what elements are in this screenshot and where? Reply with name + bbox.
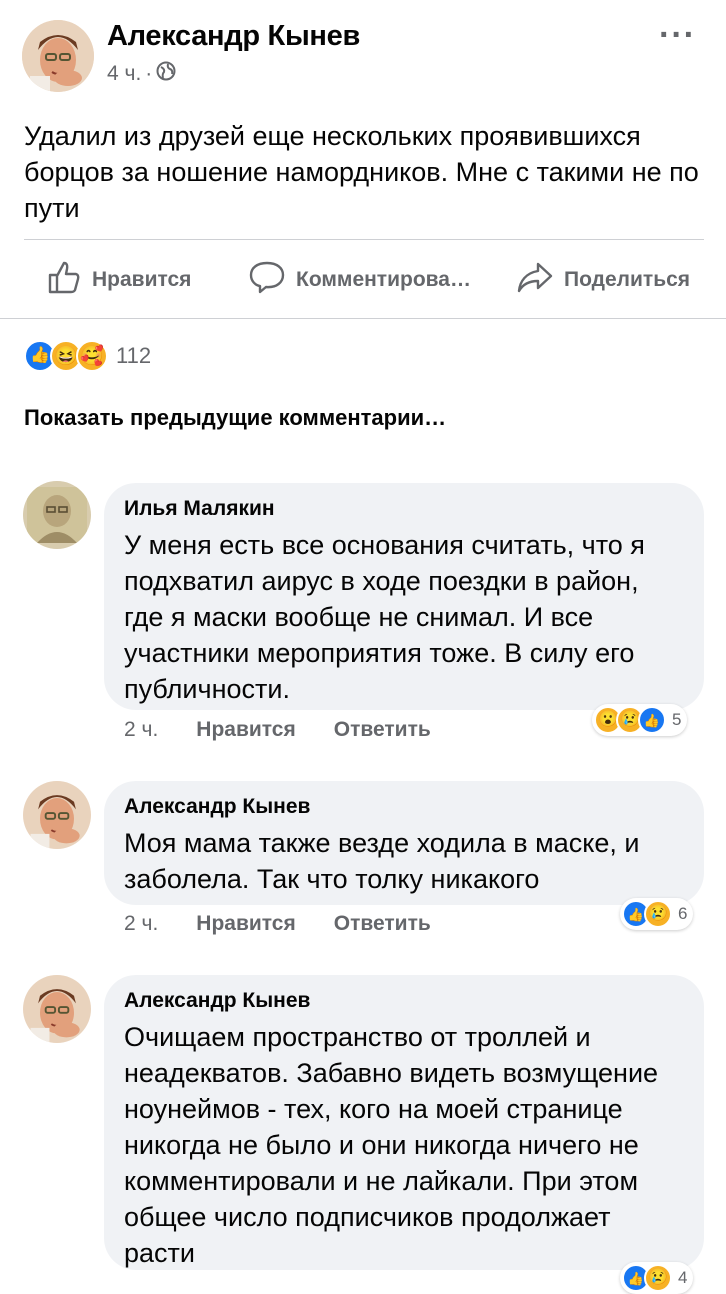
like-reaction-icon: 👍 bbox=[638, 706, 666, 734]
share-button[interactable]: Поделиться bbox=[516, 258, 690, 302]
comment-footer: 2 ч. Нравится Ответить bbox=[124, 718, 431, 742]
post-meta: 4 ч. · bbox=[107, 61, 176, 87]
commenter-avatar[interactable] bbox=[23, 975, 91, 1043]
thumbs-up-icon bbox=[46, 259, 82, 301]
share-label: Поделиться bbox=[564, 268, 691, 291]
show-previous-comments-link[interactable]: Показать предыдущие комментарии… bbox=[24, 405, 446, 431]
comment-bubble: Александр Кынев Моя мама также везде ход… bbox=[104, 781, 704, 905]
comment-text: Очищаем пространство от троллей и неадек… bbox=[124, 1022, 659, 1268]
comment-bubble: Александр Кынев Очищаем пространство от … bbox=[104, 975, 704, 1270]
comment-text: У меня есть все основания считать, что я… bbox=[124, 530, 645, 704]
comment-label: Комментирова… bbox=[296, 268, 471, 291]
commenter-avatar[interactable] bbox=[23, 481, 91, 549]
post-divider-bottom bbox=[0, 318, 726, 319]
comment-time[interactable]: 2 ч. bbox=[124, 912, 158, 936]
comment-reply-button[interactable]: Ответить bbox=[334, 718, 431, 742]
commenter-avatar[interactable] bbox=[23, 781, 91, 849]
more-options-button[interactable]: ··· bbox=[659, 16, 696, 55]
like-label: Нравится bbox=[92, 268, 192, 291]
comment-like-button[interactable]: Нравится bbox=[196, 718, 295, 742]
comment-reactions-count: 4 bbox=[678, 1268, 688, 1287]
author-avatar[interactable] bbox=[22, 20, 94, 92]
comment-like-button[interactable]: Нравится bbox=[196, 912, 295, 936]
comment-reactions-count: 5 bbox=[672, 710, 682, 729]
comment-text: Моя мама также везде ходила в маске, и з… bbox=[124, 828, 640, 894]
comment-button[interactable]: Комментирова… bbox=[248, 258, 471, 302]
share-arrow-icon bbox=[516, 259, 554, 301]
globe-icon bbox=[156, 61, 176, 87]
comment-reactions[interactable]: 😮 😢 👍 5 bbox=[592, 704, 688, 736]
post-time[interactable]: 4 ч. bbox=[107, 62, 141, 86]
comment-footer: 2 ч. Нравится Ответить bbox=[124, 912, 431, 936]
comment-author[interactable]: Александр Кынев bbox=[124, 795, 684, 819]
like-button[interactable]: Нравится bbox=[46, 258, 191, 302]
comment-author[interactable]: Илья Малякин bbox=[124, 497, 684, 521]
sad-reaction-icon: 😢 bbox=[644, 1264, 672, 1292]
comment-reactions[interactable]: 👍 😢 6 bbox=[620, 898, 694, 930]
reactions-summary[interactable]: 👍 😆 🥰 112 bbox=[24, 340, 151, 372]
post-author-name[interactable]: Александр Кынев bbox=[107, 20, 360, 53]
comment-reactions-count: 6 bbox=[678, 904, 688, 923]
meta-separator: · bbox=[145, 62, 153, 85]
reactions-count: 112 bbox=[116, 343, 152, 368]
post-divider-top bbox=[24, 239, 704, 240]
comment-reactions[interactable]: 👍 😢 4 bbox=[620, 1262, 694, 1294]
speech-bubble-icon bbox=[248, 259, 286, 301]
sad-reaction-icon: 😢 bbox=[644, 900, 672, 928]
comment-reply-button[interactable]: Ответить bbox=[334, 912, 431, 936]
comment-bubble: Илья Малякин У меня есть все основания с… bbox=[104, 483, 704, 710]
post-text: Удалил из друзей еще нескольких проявивш… bbox=[24, 121, 699, 223]
comment-author[interactable]: Александр Кынев bbox=[124, 989, 684, 1013]
comment-time[interactable]: 2 ч. bbox=[124, 718, 158, 742]
care-reaction-icon: 🥰 bbox=[76, 340, 108, 372]
